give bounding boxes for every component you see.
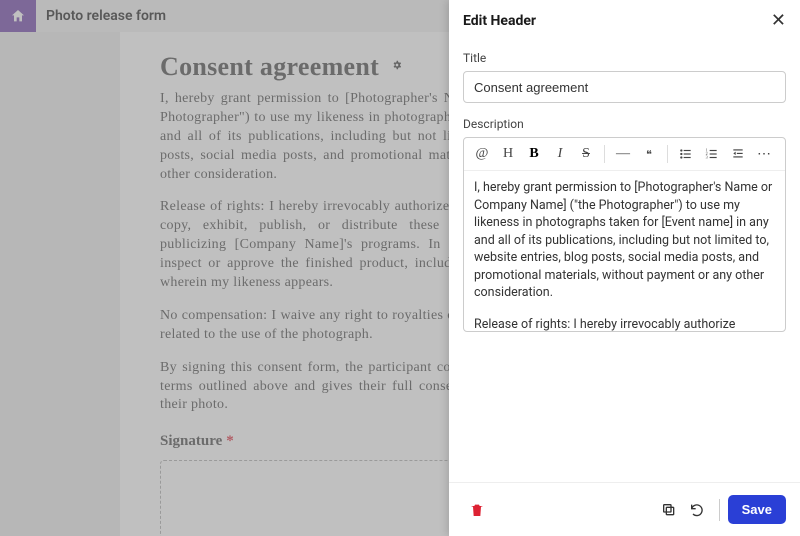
- bold-button[interactable]: B: [522, 142, 546, 166]
- rte-toolbar: @ H B I S — ❝ 123: [464, 138, 785, 171]
- title-field-label: Title: [463, 51, 786, 65]
- save-button[interactable]: Save: [728, 495, 786, 524]
- rte-paragraph: Release of rights: I hereby irrevocably …: [474, 316, 775, 332]
- rte-paragraph: I, hereby grant permission to [Photograp…: [474, 179, 775, 302]
- panel-title: Edit Header: [463, 13, 536, 29]
- quote-button[interactable]: ❝: [637, 142, 661, 166]
- delete-button[interactable]: [463, 496, 491, 524]
- rte-content[interactable]: I, hereby grant permission to [Photograp…: [464, 171, 785, 331]
- panel-footer: Save: [449, 482, 800, 536]
- svg-text:3: 3: [706, 155, 708, 160]
- strike-button[interactable]: S: [574, 142, 598, 166]
- close-icon: ✕: [771, 10, 786, 31]
- ordered-list-icon: 123: [705, 147, 719, 161]
- outdent-icon: [731, 147, 745, 161]
- footer-sep: [719, 499, 720, 521]
- ordered-list-button[interactable]: 123: [700, 142, 724, 166]
- copy-icon: [661, 502, 677, 518]
- bullet-list-button[interactable]: [674, 142, 698, 166]
- copy-button[interactable]: [655, 496, 683, 524]
- more-button[interactable]: ⋯: [752, 142, 776, 166]
- reset-button[interactable]: [683, 496, 711, 524]
- hr-button[interactable]: —: [611, 142, 635, 166]
- toolbar-sep: [667, 145, 668, 163]
- reset-icon: [689, 502, 705, 518]
- rich-text-editor: @ H B I S — ❝ 123: [463, 137, 786, 332]
- outdent-button[interactable]: [726, 142, 750, 166]
- trash-icon: [469, 502, 485, 518]
- bullet-list-icon: [679, 147, 693, 161]
- heading-button[interactable]: H: [496, 142, 520, 166]
- title-input[interactable]: [463, 71, 786, 103]
- italic-button[interactable]: I: [548, 142, 572, 166]
- mention-button[interactable]: @: [470, 142, 494, 166]
- description-field-label: Description: [463, 117, 786, 131]
- close-button[interactable]: ✕: [771, 10, 786, 31]
- toolbar-sep: [604, 145, 605, 163]
- edit-header-panel: Edit Header ✕ Title Description @ H B I …: [449, 0, 800, 536]
